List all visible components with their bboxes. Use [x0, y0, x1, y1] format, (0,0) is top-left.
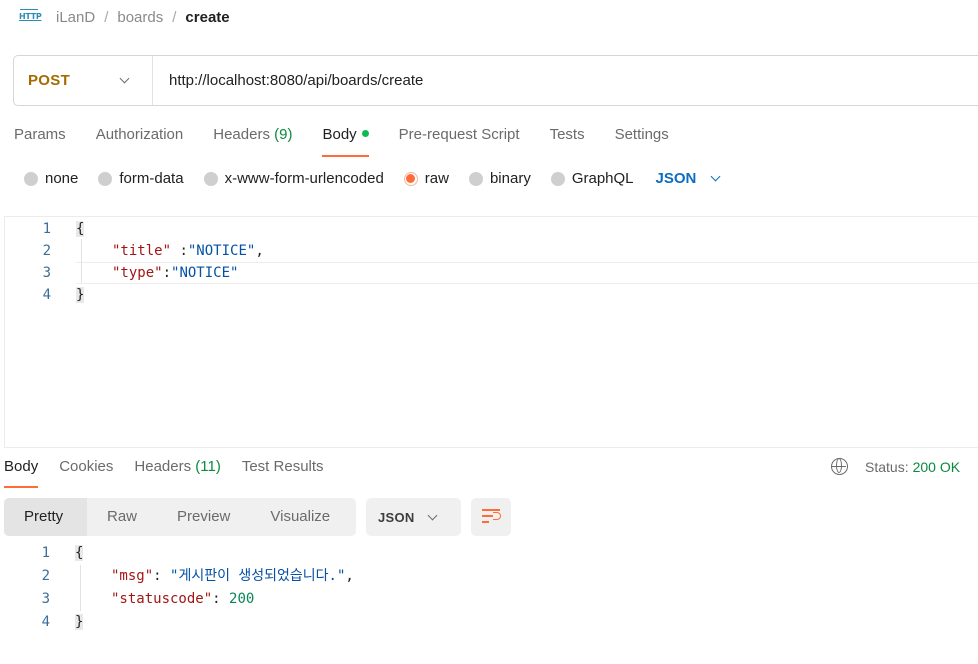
indent-guide — [80, 565, 81, 611]
request-tabs: Params Authorization Headers (9) Body Pr… — [14, 126, 699, 157]
tab-tests[interactable]: Tests — [550, 126, 585, 157]
radio-binary[interactable]: binary — [468, 170, 531, 187]
tab-params[interactable]: Params — [14, 126, 66, 157]
tab-settings[interactable]: Settings — [615, 126, 669, 157]
wrap-lines-icon — [482, 509, 500, 511]
code-line: "type":"NOTICE" — [112, 265, 239, 281]
line-number: 2 — [41, 568, 50, 584]
request-url-bar: POST — [13, 55, 978, 106]
code-line: "statuscode": 200 — [111, 591, 255, 607]
code-line: { — [75, 545, 84, 561]
breadcrumb-folder[interactable]: boards — [117, 9, 163, 26]
radio-graphql[interactable]: GraphQL — [550, 170, 634, 187]
radio-dot-selected[interactable] — [403, 171, 418, 186]
code-line: "msg": "게시판이 생성되었습니다.", — [111, 568, 354, 584]
breadcrumb: HTTP iLanD / boards / create — [18, 6, 230, 28]
radio-dot[interactable] — [24, 171, 38, 186]
code-line: } — [75, 614, 84, 630]
body-type-options: none form-data x-www-form-urlencoded raw… — [24, 170, 721, 187]
line-number: 2 — [42, 243, 51, 259]
line-number: 1 — [42, 221, 51, 237]
view-raw[interactable]: Raw — [87, 498, 157, 536]
radio-dot[interactable] — [98, 171, 113, 186]
response-headers-count: (11) — [195, 458, 221, 475]
radio-form-data[interactable]: form-data — [98, 170, 184, 187]
tab-headers[interactable]: Headers (9) — [213, 126, 292, 157]
chevron-down-icon — [710, 171, 721, 182]
wrap-lines-button[interactable] — [471, 498, 511, 536]
breadcrumb-separator: / — [104, 8, 109, 26]
radio-x-www-form-urlencoded[interactable]: x-www-form-urlencoded — [203, 170, 384, 187]
view-preview[interactable]: Preview — [157, 498, 250, 536]
method-label: POST — [28, 72, 71, 89]
breadcrumb-separator: / — [172, 8, 177, 26]
radio-dot[interactable] — [550, 171, 565, 186]
response-format-select[interactable]: JSON — [366, 498, 461, 536]
response-tabs: Body Cookies Headers (11) Test Results — [4, 458, 345, 488]
method-select[interactable]: POST — [14, 56, 153, 105]
tab-response-headers[interactable]: Headers (11) — [134, 458, 220, 488]
line-number: 4 — [42, 287, 51, 303]
chevron-down-icon — [427, 510, 438, 520]
request-body-editor[interactable]: 1 2 3 4 { "title" :"NOTICE", "type":"NOT… — [4, 216, 978, 448]
radio-dot[interactable] — [203, 171, 218, 186]
chevron-down-icon — [119, 73, 130, 84]
tab-response-cookies[interactable]: Cookies — [59, 458, 113, 488]
line-number: 3 — [42, 265, 51, 281]
view-visualize[interactable]: Visualize — [250, 498, 350, 536]
breadcrumb-workspace[interactable]: iLanD — [56, 9, 95, 26]
line-number: 4 — [41, 614, 50, 630]
http-request-icon: HTTP — [18, 7, 42, 27]
indent-guide — [81, 239, 82, 283]
code-line: { — [76, 221, 85, 237]
tab-test-results[interactable]: Test Results — [242, 458, 324, 488]
radio-raw[interactable]: raw — [403, 170, 449, 187]
headers-count: (9) — [274, 126, 293, 143]
code-line: } — [76, 287, 85, 303]
tab-pre-request-script[interactable]: Pre-request Script — [399, 126, 520, 157]
response-status: Status: 200 OK — [831, 458, 960, 475]
radio-none[interactable]: none — [24, 170, 78, 187]
code-line: "title" :"NOTICE", — [112, 243, 264, 259]
raw-format-select[interactable]: JSON — [656, 170, 721, 187]
radio-dot[interactable] — [468, 171, 483, 186]
line-number: 3 — [41, 591, 50, 607]
view-pretty[interactable]: Pretty — [4, 498, 87, 536]
tab-authorization[interactable]: Authorization — [96, 126, 184, 157]
response-view-mode: Pretty Raw Preview Visualize — [4, 498, 356, 536]
tab-response-body[interactable]: Body — [4, 458, 39, 488]
status-label: Status: — [865, 458, 909, 475]
tab-body[interactable]: Body — [322, 126, 369, 157]
status-value[interactable]: 200 OK — [913, 459, 960, 475]
line-number: 1 — [41, 545, 50, 561]
body-indicator-dot — [361, 130, 369, 137]
url-input[interactable] — [169, 72, 929, 89]
globe-icon[interactable] — [831, 458, 848, 475]
breadcrumb-request-name[interactable]: create — [185, 9, 229, 26]
